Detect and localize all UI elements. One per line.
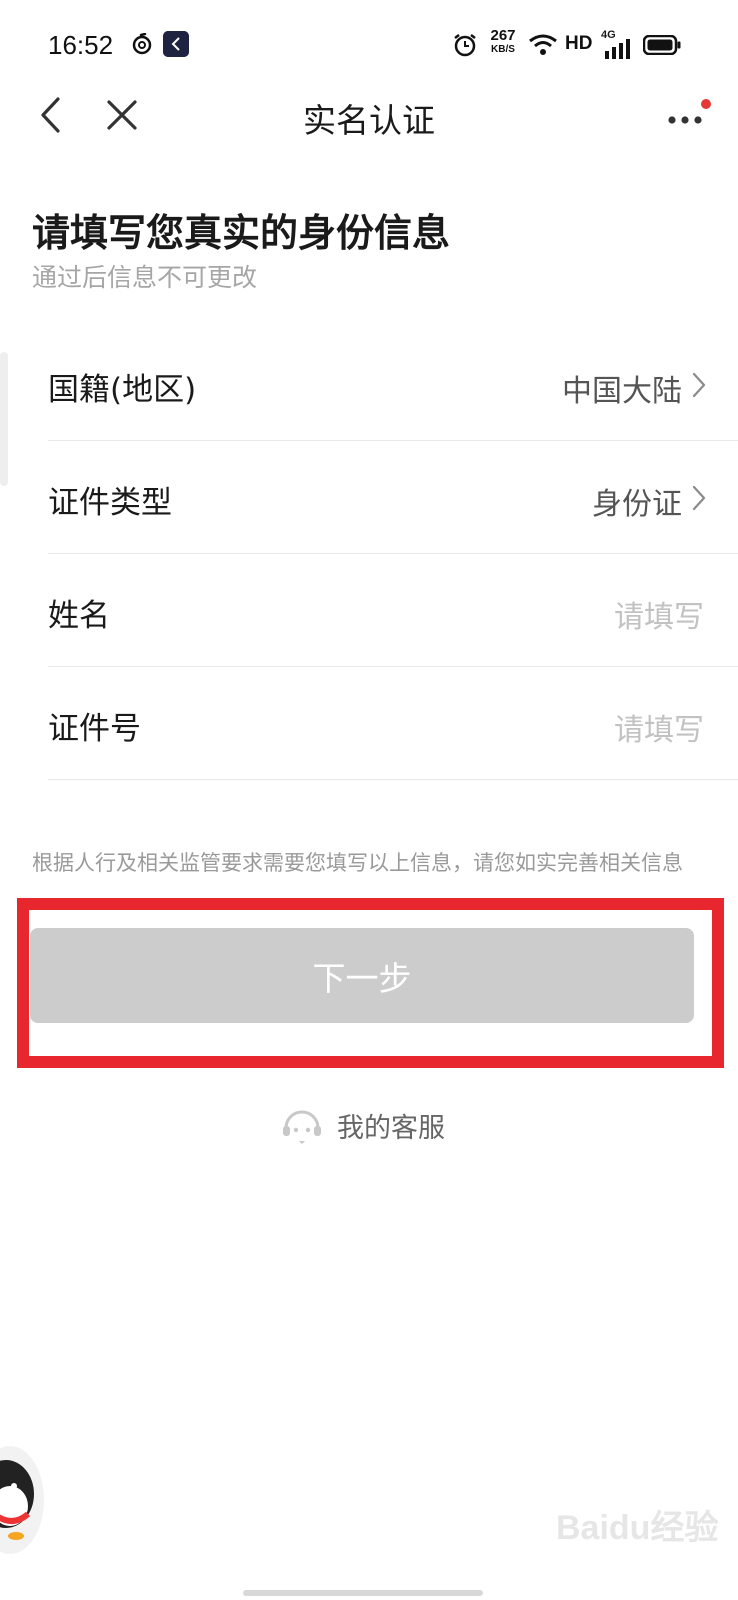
id-number-label: 证件号: [48, 711, 141, 747]
wifi-icon: [529, 34, 557, 55]
battery-icon: [643, 35, 681, 55]
home-indicator[interactable]: [243, 1590, 483, 1596]
id-number-row: 证件号 请填写: [48, 667, 738, 780]
regulatory-notice: 根据人行及相关监管要求需要您填写以上信息，请您如实完善相关信息: [32, 851, 683, 875]
form-heading: 请填写您真实的身份信息: [32, 211, 451, 255]
nationality-row[interactable]: 国籍(地区) 中国大陆: [48, 328, 738, 441]
nationality-value[interactable]: 中国大陆: [562, 366, 682, 410]
notification-dot: [701, 99, 711, 109]
network-speed-unit: KB/S: [491, 44, 515, 55]
network-speed: 267 KB/S: [486, 28, 520, 55]
page-title: 实名认证: [303, 101, 435, 140]
nationality-label: 国籍(地区): [48, 372, 197, 408]
customer-service-link[interactable]: 我的客服: [0, 1106, 738, 1145]
hd-indicator: HD: [565, 33, 593, 54]
watermark: Baidu经验: [556, 1509, 719, 1547]
qq-penguin-float-icon[interactable]: [0, 1444, 56, 1556]
netease-music-icon: [132, 33, 152, 55]
nav-bar: 实名认证: [0, 80, 738, 150]
status-bar: 16:52 267 KB/S HD 4G: [0, 0, 738, 92]
status-time: 16:52: [48, 30, 114, 60]
name-input[interactable]: 请填写: [614, 592, 704, 636]
identity-form: 国籍(地区) 中国大陆 证件类型 身份证 姓名 请填写 证件号 请填写: [48, 328, 738, 780]
app-notification-icon: [163, 31, 189, 57]
alarm-icon: [454, 34, 476, 57]
name-row: 姓名 请填写: [48, 554, 738, 667]
cellular-signal-icon: 4G: [601, 29, 633, 59]
chevron-right-icon: [692, 372, 706, 398]
customer-service-icon: [283, 1110, 321, 1144]
id-number-input[interactable]: 请填写: [614, 705, 704, 749]
chevron-right-icon: [692, 485, 706, 511]
network-speed-value: 267: [490, 27, 516, 44]
id-type-row[interactable]: 证件类型 身份证: [48, 441, 738, 554]
form-subheading: 通过后信息不可更改: [32, 263, 258, 292]
id-type-label: 证件类型: [48, 485, 172, 521]
name-label: 姓名: [48, 598, 110, 634]
customer-service-label: 我的客服: [337, 1113, 445, 1144]
more-options-icon[interactable]: [664, 98, 714, 132]
next-step-button[interactable]: 下一步: [30, 928, 694, 1023]
id-type-value[interactable]: 身份证: [592, 479, 682, 523]
scroll-indicator: [0, 352, 8, 486]
